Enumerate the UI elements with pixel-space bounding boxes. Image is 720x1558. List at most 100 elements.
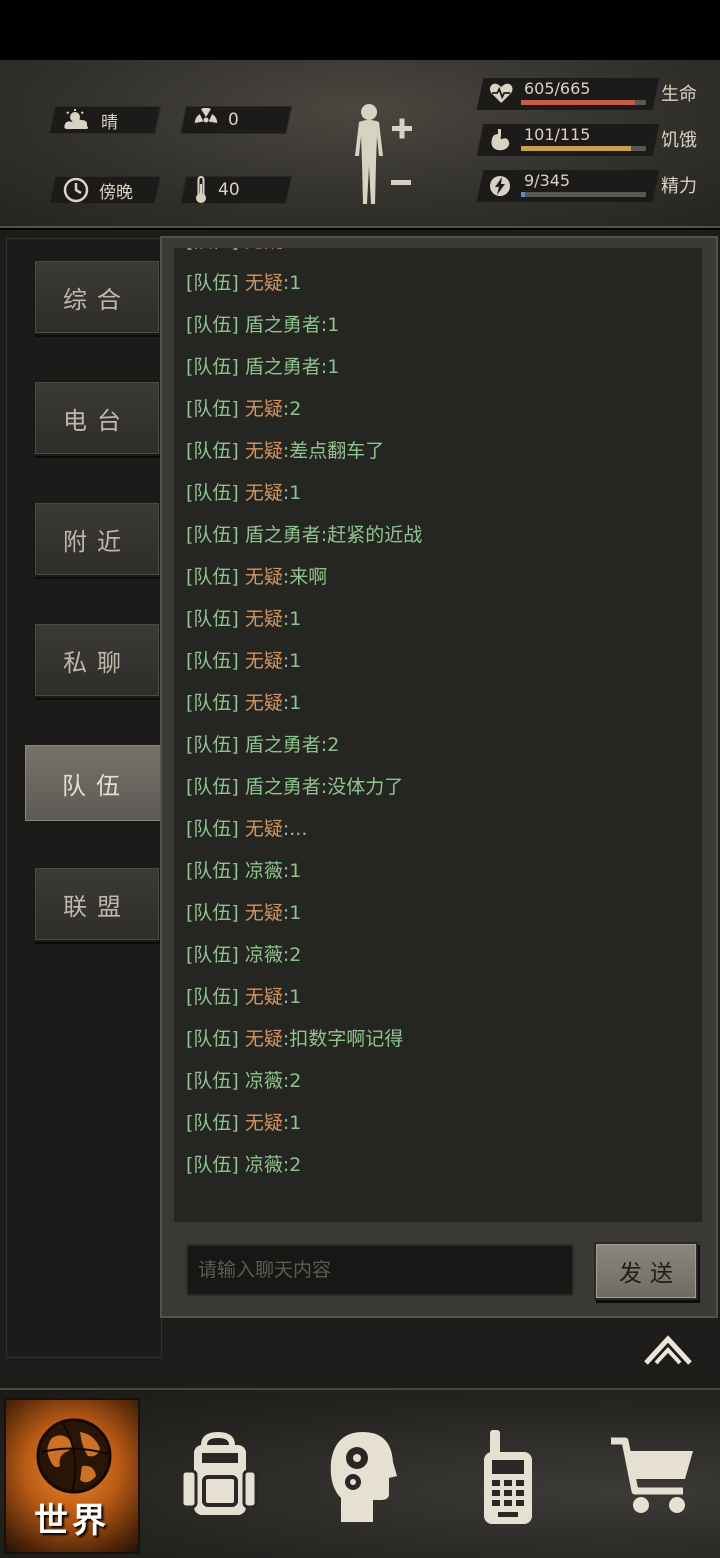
- energy-label: 精力: [661, 176, 697, 197]
- chat-message-text: :来啊: [282, 566, 328, 588]
- weather-chip: 晴: [49, 106, 161, 134]
- thermometer-icon: [196, 176, 206, 203]
- chat-message-text: :1: [282, 902, 302, 924]
- tab-team[interactable]: 队伍: [23, 743, 169, 823]
- chat-sender-name[interactable]: 无疑: [245, 986, 283, 1008]
- chat-sender-name[interactable]: 凉薇: [245, 860, 283, 882]
- status-hud: 晴 0 傍晚 40 605/665 生命 101/115 饥饿 9/345 精力: [0, 60, 720, 228]
- chat-message: [队伍] 无疑:1: [186, 982, 301, 1009]
- chat-sender-name[interactable]: 无疑: [245, 566, 283, 588]
- chat-message-text: :1: [282, 272, 302, 294]
- tab-nearby[interactable]: 附近: [33, 501, 161, 577]
- chat-message: [队伍] 凉薇:2: [186, 940, 301, 967]
- chat-channel-tag: [队伍]: [186, 860, 239, 882]
- chat-sender-name[interactable]: 盾之勇者: [245, 314, 321, 336]
- chat-sender-name[interactable]: 无疑: [245, 248, 283, 252]
- chat-message-text: :1: [320, 356, 340, 378]
- chat-message-text: :1: [283, 248, 302, 252]
- chat-panel: [队伍]无疑:1[队伍]无疑:1[队伍]盾之勇者:1[队伍]盾之勇者:1[队伍]…: [160, 236, 718, 1318]
- chat-channel-tag: [队伍]: [186, 1112, 239, 1134]
- nav-world[interactable]: 世界: [4, 1398, 140, 1554]
- chat-sender-name[interactable]: 无疑: [245, 902, 283, 924]
- hunger-bar: [521, 146, 631, 151]
- chat-message: [队伍] 无疑:1: [186, 646, 301, 673]
- nav-radio[interactable]: [470, 1398, 546, 1554]
- chat-message-text: :1: [282, 692, 302, 714]
- chat-channel-tag: [队伍]: [186, 902, 239, 924]
- send-button[interactable]: 发送: [594, 1242, 698, 1300]
- nav-shop[interactable]: [604, 1398, 700, 1554]
- chat-message: [队伍] 盾之勇者:1: [186, 352, 339, 379]
- chat-channel-tag: [队伍]: [186, 398, 239, 420]
- chat-sender-name[interactable]: 无疑: [245, 1028, 283, 1050]
- tab-private[interactable]: 私聊: [33, 622, 161, 698]
- chat-message: [队伍] 无疑:1: [186, 688, 301, 715]
- chat-input[interactable]: [186, 1244, 574, 1296]
- radiation-icon: [194, 108, 218, 123]
- chat-message: [队伍] 凉薇:2: [186, 1150, 301, 1177]
- chat-sender-name[interactable]: 盾之勇者: [245, 524, 321, 546]
- weather-icon: [64, 109, 89, 129]
- chat-sender-name[interactable]: 无疑: [245, 482, 283, 504]
- chat-message-text: :1: [282, 1112, 302, 1134]
- chat-sender-name[interactable]: 无疑: [245, 650, 283, 672]
- chat-message-text: :1: [282, 608, 302, 630]
- chat-message: [队伍] 盾之勇者:1: [186, 310, 339, 337]
- chat-log[interactable]: [队伍]无疑:1[队伍]无疑:1[队伍]盾之勇者:1[队伍]盾之勇者:1[队伍]…: [174, 248, 702, 1222]
- chat-sender-name[interactable]: 无疑: [245, 692, 283, 714]
- chat-sender-name[interactable]: 无疑: [245, 818, 283, 840]
- chat-sender-name[interactable]: 盾之勇者: [245, 356, 321, 378]
- energy-stat: 9/345 精力: [476, 168, 705, 204]
- chat-message-text: :差点翻车了: [282, 440, 385, 462]
- hunger-label: 饥饿: [661, 130, 697, 151]
- chat-sender-name[interactable]: 盾之勇者: [245, 776, 321, 798]
- time-of-day-text: 傍晚: [99, 182, 133, 203]
- tab-alliance[interactable]: 联盟: [33, 866, 161, 942]
- chat-sender-name[interactable]: 无疑: [245, 440, 283, 462]
- weather-text: 晴: [101, 112, 118, 133]
- chat-message-text: :没体力了: [320, 776, 404, 798]
- chat-message: [队伍] 无疑:1: [186, 898, 301, 925]
- channel-tab-column: 综合 电台 附近 私聊 队伍 联盟: [6, 238, 169, 1358]
- bottom-navigation: 世界: [0, 1388, 720, 1558]
- nav-world-label: 世界: [34, 1501, 110, 1541]
- chat-message: [队伍] 无疑:...: [186, 814, 307, 841]
- chat-sender-name[interactable]: 凉薇: [245, 1154, 283, 1176]
- tab-general[interactable]: 综合: [33, 259, 161, 335]
- chat-sender-name[interactable]: 无疑: [245, 608, 283, 630]
- temperature-chip: 40: [180, 176, 292, 204]
- chat-message: [队伍] 盾之勇者:2: [186, 730, 339, 757]
- cart-icon: [611, 1437, 693, 1513]
- chat-message: [队伍] 无疑:差点翻车了: [186, 436, 384, 463]
- chat-sender-name[interactable]: 无疑: [245, 1112, 283, 1134]
- body-status-icon[interactable]: [345, 100, 425, 210]
- chat-sender-name[interactable]: 凉薇: [245, 944, 283, 966]
- chat-channel-tag: [队伍]: [186, 1070, 239, 1092]
- chat-message-text: :赶紧的近战: [320, 524, 423, 546]
- chat-channel-tag: [队伍]: [186, 608, 239, 630]
- chat-message: [队伍] 无疑:扣数字啊记得: [186, 1024, 403, 1051]
- skills-head-icon: [330, 1432, 397, 1522]
- chat-channel-tag: [队伍]: [186, 248, 239, 252]
- chat-sender-name[interactable]: 凉薇: [245, 1070, 283, 1092]
- health-stat: 605/665 生命: [476, 76, 705, 112]
- chat-channel-tag: [队伍]: [186, 692, 239, 714]
- tab-radio[interactable]: 电台: [33, 380, 161, 456]
- chat-message-text: :1: [282, 650, 302, 672]
- chat-message-text: :1: [282, 482, 302, 504]
- chat-channel-tag: [队伍]: [186, 440, 239, 462]
- chat-sender-name[interactable]: 盾之勇者: [245, 734, 321, 756]
- chat-channel-tag: [队伍]: [186, 776, 239, 798]
- collapse-up-icon[interactable]: [644, 1335, 692, 1365]
- chat-sender-name[interactable]: 无疑: [245, 398, 283, 420]
- chat-message: [队伍] 盾之勇者:赶紧的近战: [186, 520, 422, 547]
- chat-message: [队伍] 无疑:来啊: [186, 562, 327, 589]
- stomach-icon: [491, 129, 510, 151]
- clock-icon: [63, 177, 89, 203]
- chat-message: [队伍] 无疑:2: [186, 394, 301, 421]
- nav-backpack[interactable]: [168, 1398, 268, 1554]
- chat-message: [队伍] 无疑:1: [186, 604, 301, 631]
- chat-sender-name[interactable]: 无疑: [245, 272, 283, 294]
- chat-channel-tag: [队伍]: [186, 566, 239, 588]
- nav-skills[interactable]: [320, 1398, 404, 1554]
